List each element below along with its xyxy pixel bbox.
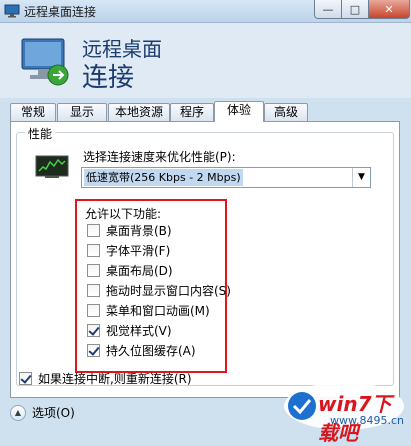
- tab-general[interactable]: 常规: [10, 103, 56, 121]
- tab-local-resources[interactable]: 本地资源: [108, 103, 170, 121]
- chevron-up-icon[interactable]: ▲: [10, 404, 26, 421]
- close-button[interactable]: ✕: [368, 0, 410, 19]
- minimize-icon: —: [322, 2, 334, 16]
- minimize-button[interactable]: —: [314, 0, 342, 19]
- reconnect-option[interactable]: 如果连接中断,则重新连接(R): [19, 370, 192, 387]
- feature-checkbox[interactable]: [87, 243, 100, 257]
- feature-checkbox[interactable]: [87, 223, 100, 237]
- connection-speed-value: 低速宽带(256 Kbps - 2 Mbps): [84, 169, 243, 186]
- remote-desktop-monitor-icon: [21, 38, 69, 86]
- maximize-button[interactable]: □: [341, 0, 369, 19]
- feature-label: 视觉样式(V): [106, 323, 172, 338]
- feature-desktop-composition[interactable]: 桌面布局(D): [87, 262, 173, 278]
- dropdown-arrow-icon[interactable]: ▼: [352, 168, 370, 187]
- performance-group: 性能 选择连接速度来优化性能(P): 低速宽带(256 Kbps - 2 Mbp…: [16, 125, 394, 386]
- feature-bitmap-caching[interactable]: 持久位图缓存(A): [87, 342, 196, 358]
- feature-desktop-background[interactable]: 桌面背景(B): [87, 222, 172, 238]
- options-label: 选项(O): [32, 406, 75, 420]
- feature-label: 字体平滑(F): [106, 243, 171, 258]
- maximize-icon: □: [349, 2, 361, 16]
- reconnect-checkbox[interactable]: [19, 372, 32, 385]
- close-icon: ✕: [384, 2, 394, 16]
- connection-speed-label: 选择连接速度来优化性能(P):: [83, 150, 236, 164]
- header-title-line2: 连接: [82, 63, 135, 93]
- window-title: 远程桌面连接: [24, 5, 97, 19]
- features-highlight-box: 允许以下功能: 桌面背景(B) 字体平滑(F) 桌面布局(D) 拖动时显示窗口内…: [75, 199, 231, 373]
- features-title: 允许以下功能:: [85, 207, 162, 221]
- feature-checkbox[interactable]: [87, 263, 100, 277]
- feature-label: 桌面布局(D): [106, 263, 173, 278]
- performance-group-title: 性能: [25, 125, 56, 142]
- tab-display[interactable]: 显示: [57, 103, 107, 121]
- feature-show-window-contents[interactable]: 拖动时显示窗口内容(S): [87, 282, 231, 298]
- feature-visual-styles[interactable]: 视觉样式(V): [87, 322, 172, 338]
- tab-programs[interactable]: 程序: [170, 103, 214, 121]
- reconnect-label: 如果连接中断,则重新连接(R): [38, 372, 192, 386]
- title-bar: 远程桌面连接 — □ ✕: [0, 0, 411, 23]
- feature-label: 桌面背景(B): [106, 223, 172, 238]
- tab-advanced[interactable]: 高级: [264, 103, 308, 121]
- performance-monitor-icon: [35, 155, 69, 178]
- connection-speed-select[interactable]: 低速宽带(256 Kbps - 2 Mbps) ▼: [81, 167, 371, 188]
- feature-menu-animation[interactable]: 菜单和窗口动画(M): [87, 302, 210, 318]
- feature-label: 拖动时显示窗口内容(S): [106, 283, 231, 298]
- feature-label: 持久位图缓存(A): [106, 343, 196, 358]
- tab-experience[interactable]: 体验: [214, 101, 264, 122]
- dialog-header: 远程桌面 连接: [0, 23, 411, 98]
- feature-checkbox[interactable]: [87, 283, 100, 297]
- feature-checkbox[interactable]: [87, 303, 100, 317]
- tab-panel-experience: 性能 选择连接速度来优化性能(P): 低速宽带(256 Kbps - 2 Mbp…: [10, 121, 400, 398]
- watermark-url: www.8495.cn: [330, 414, 404, 427]
- feature-checkbox[interactable]: [87, 323, 100, 337]
- feature-font-smoothing[interactable]: 字体平滑(F): [87, 242, 170, 258]
- feature-label: 菜单和窗口动画(M): [106, 303, 210, 318]
- feature-checkbox[interactable]: [87, 343, 100, 357]
- options-toggle[interactable]: ▲ 选项(O): [10, 404, 75, 421]
- remote-desktop-icon: [4, 4, 20, 18]
